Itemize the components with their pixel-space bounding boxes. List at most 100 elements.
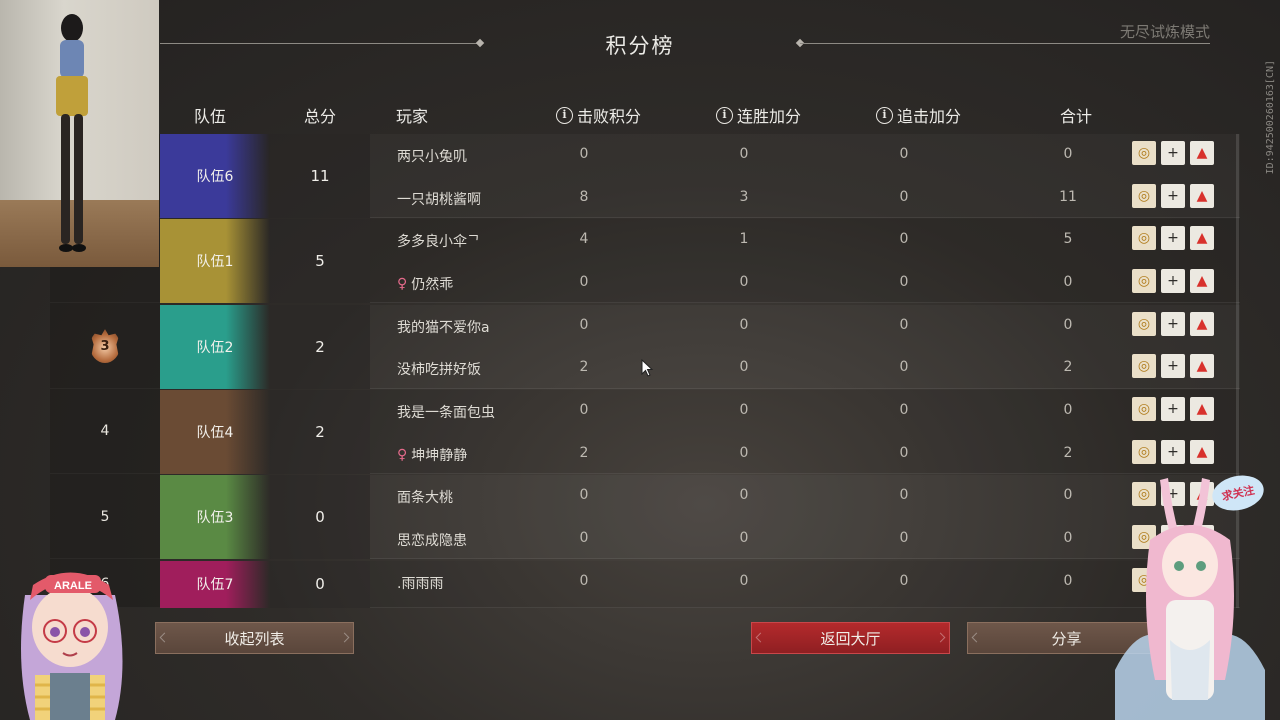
info-icon[interactable]: i	[556, 106, 573, 124]
player-streak-score: 0	[739, 359, 749, 376]
report-button[interactable]: ▲	[1190, 268, 1214, 293]
gift-button[interactable]: ◎	[1132, 268, 1156, 293]
collapse-list-button[interactable]: 收起列表	[155, 622, 354, 654]
gift-button[interactable]: ◎	[1132, 439, 1156, 464]
player-name-text: 两只小兔叽	[397, 149, 467, 165]
player-actions: ◎ + ▲	[1132, 396, 1214, 421]
player-name[interactable]: ♀ 仍然乖	[397, 274, 453, 294]
team-total-score: 2	[270, 304, 370, 389]
add-friend-button[interactable]: +	[1161, 354, 1185, 379]
report-icon: ▲	[1196, 443, 1208, 460]
player-streak-score: 0	[739, 273, 749, 290]
add-friend-icon: +	[1167, 145, 1179, 161]
report-button[interactable]: ▲	[1190, 311, 1214, 336]
report-button[interactable]: ▲	[1190, 226, 1214, 251]
gift-button[interactable]: ◎	[1132, 311, 1156, 336]
player-name[interactable]: 思恋成隐患	[397, 530, 467, 550]
player-name[interactable]: 面条大桃	[397, 487, 453, 507]
player-actions: ◎ + ▲	[1132, 141, 1214, 165]
player-sum-score: 2	[1063, 444, 1073, 461]
player-name[interactable]: 我是一条面包虫	[397, 402, 495, 422]
report-icon: ▲	[1196, 358, 1208, 375]
avatar-cap-text: ARALE	[54, 580, 92, 592]
player-streak-score: 0	[739, 146, 749, 162]
gift-button[interactable]: ◎	[1132, 183, 1156, 208]
column-header-total: 总分	[304, 107, 337, 126]
player-chase-score: 0	[899, 146, 909, 162]
player-name[interactable]: 一只胡桃酱啊	[397, 189, 481, 209]
mode-label: 无尽试炼模式	[1119, 23, 1210, 41]
player-name[interactable]: ♀ 坤坤静静	[397, 445, 467, 465]
gift-icon: ◎	[1137, 400, 1151, 417]
report-button[interactable]: ▲	[1190, 439, 1214, 464]
player-actions: ◎ + ▲	[1132, 354, 1214, 379]
report-button[interactable]: ▲	[1190, 183, 1214, 208]
player-streak-score: 0	[739, 572, 749, 589]
player-row: 一只胡桃酱啊 8 3 0 11 ◎ + ▲	[370, 177, 1240, 219]
player-chase-score: 0	[899, 572, 909, 589]
report-button[interactable]: ▲	[1190, 354, 1214, 379]
player-name[interactable]: 两只小兔叽	[397, 146, 467, 166]
gift-icon: ◎	[1137, 358, 1151, 375]
report-button[interactable]: ▲	[1190, 396, 1214, 421]
player-name-text: 我的猫不爱你a	[397, 319, 490, 336]
gift-button[interactable]: ◎	[1132, 396, 1156, 421]
return-lobby-button[interactable]: 返回大厅	[751, 622, 950, 654]
player-streak-score: 0	[739, 401, 749, 418]
column-header-defeat[interactable]: i 击败积分	[556, 103, 641, 127]
player-name[interactable]: 没柿吃拼好饭	[397, 359, 481, 379]
column-header-sum: 合计	[1060, 107, 1093, 126]
player-chase-score: 0	[899, 487, 909, 504]
add-friend-button[interactable]: +	[1161, 396, 1185, 421]
info-icon[interactable]: i	[876, 106, 893, 124]
player-name[interactable]: .雨雨雨	[397, 573, 443, 593]
player-chase-score: 0	[899, 401, 909, 418]
player-name-text: 坤坤静静	[411, 447, 468, 464]
player-chase-score: 0	[899, 359, 909, 376]
player-sum-score: 0	[1063, 401, 1073, 418]
gift-button[interactable]: ◎	[1132, 226, 1156, 251]
player-defeat-score: 2	[579, 359, 589, 376]
player-streak-score: 0	[739, 529, 749, 546]
player-name-text: 仍然乖	[411, 276, 454, 293]
player-name-text: 我是一条面包虫	[397, 404, 495, 421]
player-sum-score: 0	[1063, 572, 1073, 589]
scoreboard-screen: 积分榜 无尽试炼模式 ID:94250026016​3[CN] 队伍 总分 玩家…	[0, 0, 1280, 720]
player-chase-score: 0	[899, 316, 909, 333]
player-name[interactable]: 多多良小伞ᄀ	[397, 231, 480, 251]
column-header-player: 玩家	[396, 107, 429, 126]
player-name[interactable]: 我的猫不爱你a	[397, 317, 490, 337]
player-actions: ◎ + ▲	[1132, 439, 1214, 464]
gift-icon: ◎	[1137, 443, 1151, 460]
gift-button[interactable]: ◎	[1132, 354, 1156, 379]
add-friend-button[interactable]: +	[1161, 141, 1185, 165]
team-total-score: 0	[270, 475, 370, 560]
player-sum-score: 5	[1063, 231, 1073, 248]
add-friend-icon: +	[1167, 400, 1179, 417]
player-streak-score: 3	[739, 188, 749, 205]
info-icon[interactable]: i	[716, 106, 733, 124]
vtuber-avatar-left: ARALE	[21, 572, 123, 720]
column-header-streak[interactable]: i 连胜加分	[716, 103, 801, 127]
column-header-team: 队伍	[194, 107, 227, 126]
add-friend-button[interactable]: +	[1161, 311, 1185, 336]
gift-button[interactable]: ◎	[1132, 141, 1156, 165]
report-icon: ▲	[1196, 230, 1208, 247]
player-row: 我的猫不爱你a 0 0 0 0 ◎ + ▲	[370, 305, 1240, 347]
gift-icon: ◎	[1137, 187, 1151, 204]
player-defeat-score: 0	[579, 273, 589, 290]
player-chase-score: 0	[899, 273, 909, 290]
report-button[interactable]: ▲	[1190, 141, 1214, 165]
team-name-cell: 队伍2	[160, 304, 270, 389]
add-friend-button[interactable]: +	[1161, 439, 1185, 464]
player-sum-score: 0	[1063, 273, 1073, 290]
add-friend-button[interactable]: +	[1161, 268, 1185, 293]
team-name-cell: 队伍7	[160, 560, 270, 608]
add-friend-button[interactable]: +	[1161, 183, 1185, 208]
report-icon: ▲	[1196, 145, 1208, 161]
column-header-chase[interactable]: i 追击加分	[876, 103, 961, 127]
team-rank: 4	[50, 390, 160, 474]
player-actions: ◎ + ▲	[1132, 183, 1214, 208]
player-actions: ◎ + ▲	[1132, 311, 1214, 336]
add-friend-button[interactable]: +	[1161, 226, 1185, 251]
